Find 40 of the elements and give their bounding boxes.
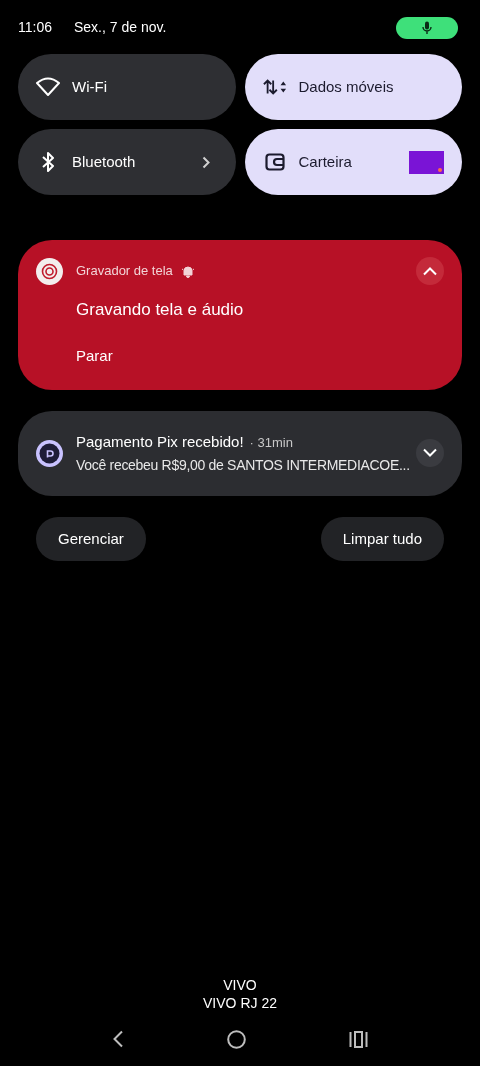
quick-setting-tile[interactable]: Bluetooth bbox=[18, 129, 236, 195]
stop-action[interactable]: Parar bbox=[76, 344, 113, 367]
notification-time: · 31min bbox=[249, 433, 293, 452]
manage-button[interactable]: Gerenciar bbox=[36, 517, 146, 561]
payment-notification[interactable]: Pagamento Pix recebido! · 31min Você recebeu R$9,00 de SANTOS INTERMEDIACOE... bbox=[18, 410, 462, 496]
pix-app-icon bbox=[36, 439, 63, 467]
expand-toggle[interactable] bbox=[416, 257, 444, 285]
tile-label: Wi-Fi bbox=[72, 76, 108, 97]
carrier-name: VIVO bbox=[223, 976, 257, 994]
carrier-name: VIVO RJ 22 bbox=[203, 994, 277, 1012]
quick-setting-tile[interactable]: Carteira bbox=[244, 129, 462, 195]
clock: 11:06 bbox=[18, 18, 52, 37]
home-icon[interactable] bbox=[227, 1029, 246, 1049]
date: Sex., 7 de nov. bbox=[74, 18, 167, 37]
chevron-up-icon bbox=[422, 266, 438, 276]
payment-card-icon bbox=[409, 150, 444, 174]
bluetooth-icon bbox=[41, 152, 55, 172]
microphone-icon bbox=[422, 20, 432, 35]
notification-title: Pagamento Pix recebido! bbox=[76, 431, 244, 452]
notification-text: Você recebeu R$9,00 de SANTOS INTERMEDIACOE... bbox=[76, 456, 411, 475]
data-arrows-icon bbox=[262, 78, 287, 96]
alert-bell-icon bbox=[180, 264, 195, 278]
chevron-right-icon bbox=[201, 155, 210, 169]
notification-title: Gravando tela e áudio bbox=[76, 299, 245, 321]
microphone-indicator[interactable] bbox=[396, 16, 458, 39]
recent-apps-icon[interactable] bbox=[349, 1030, 369, 1048]
wallet-icon bbox=[264, 153, 285, 171]
quick-setting-tile[interactable]: Wi-Fi bbox=[18, 54, 236, 120]
quick-setting-tile[interactable]: Dados móveis bbox=[244, 54, 462, 120]
chevron-down-icon bbox=[422, 448, 438, 459]
tile-label: Dados móveis bbox=[298, 76, 395, 97]
app-name: Gravador de tela bbox=[76, 262, 173, 281]
wifi-icon bbox=[36, 77, 60, 97]
back-icon[interactable] bbox=[111, 1030, 124, 1048]
record-icon bbox=[36, 257, 63, 285]
tile-label: Bluetooth bbox=[72, 151, 137, 172]
clear-all-button[interactable]: Limpar tudo bbox=[320, 517, 444, 561]
expand-toggle[interactable] bbox=[416, 439, 444, 468]
recording-notification[interactable]: Gravador de tela Gravando tela e áudio Parar bbox=[18, 240, 462, 390]
tile-label: Carteira bbox=[298, 151, 353, 172]
